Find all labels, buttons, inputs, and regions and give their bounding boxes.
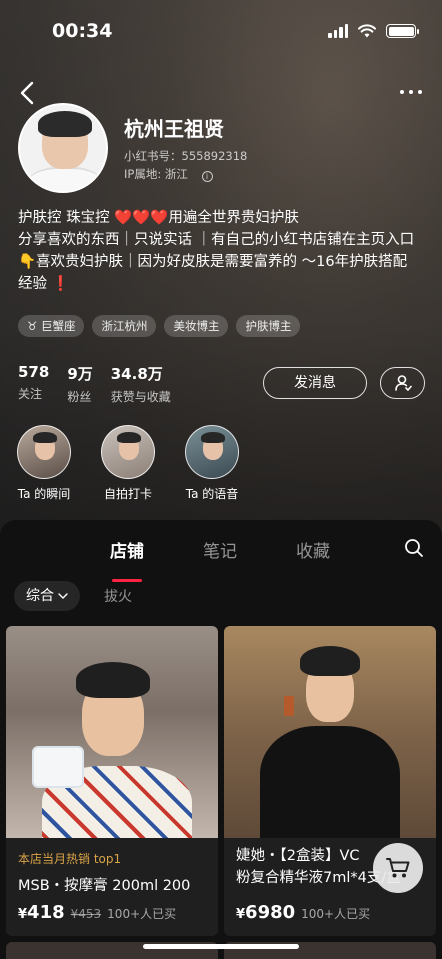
bio-line: 护肤控 珠宝控 ❤️❤️❤️用遍全世界贵妇护肤 bbox=[18, 210, 299, 226]
profile-bio: 护肤控 珠宝控 ❤️❤️❤️用遍全世界贵妇护肤 分享喜欢的东西｜只说实话 ｜有自… bbox=[18, 207, 430, 295]
chevron-down-icon bbox=[58, 593, 68, 599]
home-indicator[interactable] bbox=[143, 944, 299, 949]
product-image bbox=[6, 626, 218, 838]
product-price: ¥6980 bbox=[236, 902, 295, 923]
price-value: 418 bbox=[27, 902, 65, 923]
hot-sale-badge: 本店当月热销 top1 bbox=[18, 852, 122, 866]
tag-beauty-blogger: 美妆博主 bbox=[164, 315, 229, 337]
bio-line: 👇喜欢贵妇护肤｜因为好皮肤是需要富养的 ～16年护肤搭配 bbox=[18, 254, 408, 270]
avatar[interactable] bbox=[18, 103, 108, 193]
stat-following[interactable]: 578 关注 bbox=[18, 363, 49, 405]
tag-location: 浙江杭州 bbox=[92, 315, 157, 337]
profile-id[interactable]: 小红书号：555892318 bbox=[124, 148, 247, 164]
stat-label: 粉丝 bbox=[67, 390, 92, 404]
highlight-label: 自拍打卡 bbox=[103, 487, 152, 501]
product-image bbox=[224, 626, 436, 838]
currency-symbol: ¥ bbox=[18, 907, 28, 922]
bio-line: 分享喜欢的东西｜只说实话 ｜有自己的小红书店铺在主页入口 bbox=[18, 232, 415, 248]
profile-name: 杭州王祖贤 bbox=[124, 117, 224, 141]
price-row: ¥418 ¥453 100+人已买 bbox=[18, 902, 176, 923]
stat-label: 关注 bbox=[18, 387, 43, 401]
back-arrow-icon[interactable] bbox=[16, 80, 40, 106]
wifi-icon bbox=[358, 24, 376, 38]
ip-location-label: IP属地: 浙江 bbox=[124, 167, 188, 181]
battery-icon bbox=[386, 24, 419, 38]
search-icon[interactable] bbox=[404, 538, 424, 558]
filter-bar: 综合 拔火 bbox=[14, 581, 132, 611]
tab-collections[interactable]: 收藏 bbox=[296, 537, 330, 562]
cart-button[interactable] bbox=[373, 843, 423, 893]
sort-dropdown[interactable]: 综合 bbox=[14, 581, 80, 611]
cart-icon bbox=[386, 858, 410, 878]
follow-button[interactable] bbox=[380, 367, 425, 399]
stat-likes-collections[interactable]: 34.8万 获赞与收藏 bbox=[111, 363, 171, 405]
stat-label: 获赞与收藏 bbox=[110, 390, 171, 404]
highlight-label: Ta 的瞬间 bbox=[17, 487, 71, 501]
highlight-selfie-checkin[interactable]: 自拍打卡 bbox=[100, 425, 156, 502]
highlight-thumbnail bbox=[101, 425, 155, 479]
status-icons bbox=[328, 24, 419, 38]
highlight-label: Ta 的语音 bbox=[185, 487, 239, 501]
status-time: 00:34 bbox=[52, 20, 113, 42]
highlight-moments[interactable]: Ta 的瞬间 bbox=[16, 425, 72, 502]
highlight-voice[interactable]: Ta 的语音 bbox=[184, 425, 240, 502]
tab-notes[interactable]: 笔记 bbox=[203, 537, 237, 562]
stat-followers[interactable]: 9万 粉丝 bbox=[67, 363, 92, 405]
profile-tags: ♉ 巨蟹座 浙江杭州 美妆博主 护肤博主 bbox=[18, 315, 301, 337]
tab-shop[interactable]: 店铺 bbox=[110, 537, 144, 562]
tag-zodiac: ♉ 巨蟹座 bbox=[18, 315, 85, 337]
product-grid: 本店当月热销 top1 MSB・按摩膏 200ml 200 ¥418 ¥453 … bbox=[6, 626, 436, 936]
more-options-icon[interactable] bbox=[400, 90, 422, 94]
price-value: 6980 bbox=[245, 902, 296, 923]
tag-skincare-blogger: 护肤博主 bbox=[236, 315, 301, 337]
ip-location: IP属地: 浙江 i bbox=[124, 166, 213, 182]
highlight-thumbnail bbox=[185, 425, 239, 479]
stat-value: 578 bbox=[18, 363, 50, 381]
product-price: ¥418 bbox=[18, 902, 65, 923]
sort-label: 综合 bbox=[26, 588, 54, 604]
price-row: ¥6980 100+人已买 bbox=[236, 902, 370, 923]
bio-line: 经验 ❗ bbox=[18, 276, 70, 292]
stat-value: 9万 bbox=[67, 365, 93, 383]
product-card[interactable]: 本店当月热销 top1 MSB・按摩膏 200ml 200 ¥418 ¥453 … bbox=[6, 626, 218, 936]
sold-count: 100+人已买 bbox=[107, 907, 177, 921]
send-message-button[interactable]: 发消息 bbox=[263, 367, 367, 399]
profile-stats: 578 关注 9万 粉丝 34.8万 获赞与收藏 bbox=[18, 363, 171, 405]
signal-icon bbox=[328, 24, 348, 38]
profile-tabs: 店铺 笔记 收藏 bbox=[0, 537, 442, 582]
info-icon[interactable]: i bbox=[201, 171, 213, 182]
product-title: MSB・按摩膏 200ml 200 bbox=[18, 878, 191, 894]
currency-symbol: ¥ bbox=[236, 907, 246, 922]
stat-value: 34.8万 bbox=[110, 365, 163, 383]
filter-option[interactable]: 拔火 bbox=[104, 586, 132, 606]
highlight-thumbnail bbox=[17, 425, 71, 479]
profile-header: 00:34 杭州王祖贤 小红书号：555892318 IP属地: 浙江 i 护肤… bbox=[0, 0, 442, 540]
sold-count: 100+人已买 bbox=[301, 907, 371, 921]
add-user-icon bbox=[394, 375, 412, 391]
story-highlights: Ta 的瞬间 自拍打卡 Ta 的语音 bbox=[16, 425, 240, 502]
original-price: ¥453 bbox=[70, 907, 102, 921]
content-panel: 店铺 笔记 收藏 综合 拔火 本店当月热销 top1 MSB・按摩膏 200ml… bbox=[0, 520, 442, 959]
